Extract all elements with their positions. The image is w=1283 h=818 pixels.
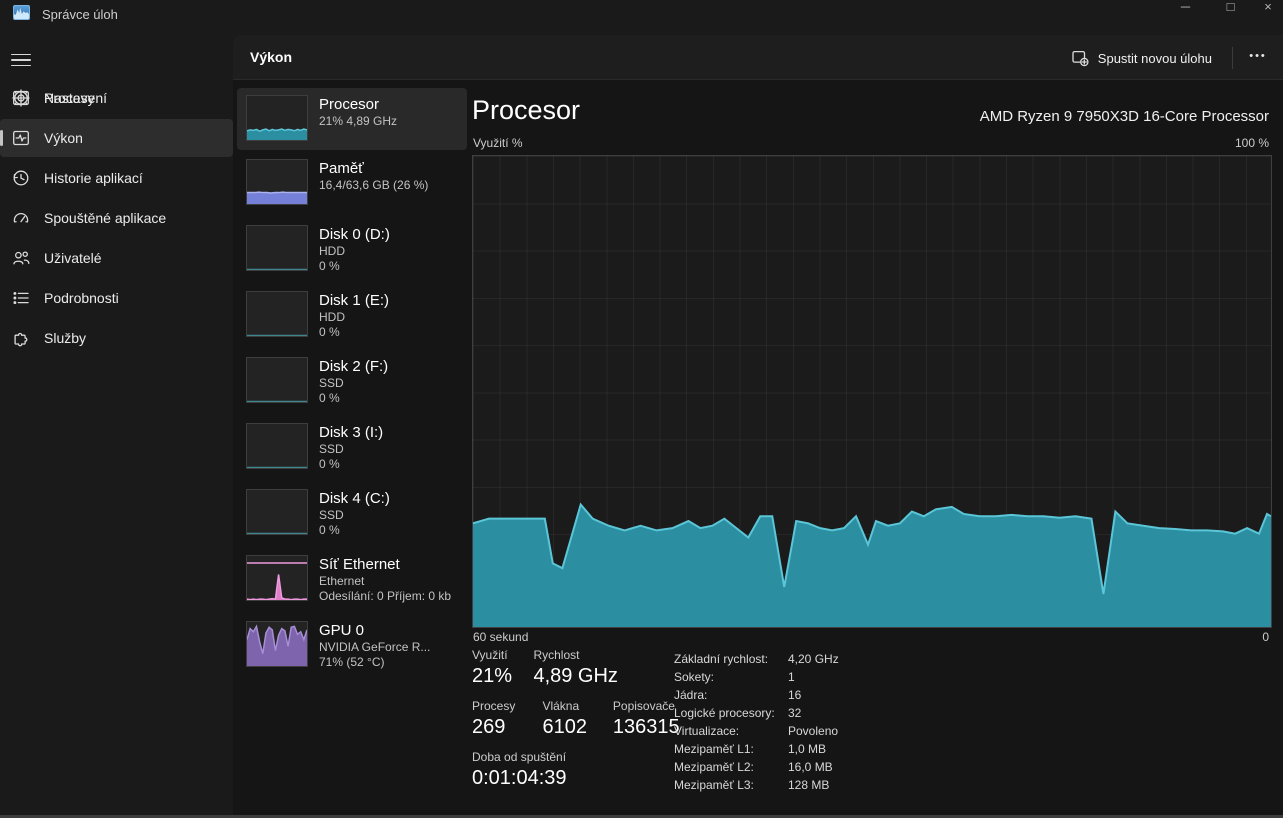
card-disk0[interactable]: Disk 0 (D:) HDD 0 % [237, 218, 467, 282]
chart-y-axis-label: Využití % [473, 136, 523, 150]
stat-usage: Využití 21% [472, 648, 519, 690]
chart-y-max-label: 100 % [1235, 136, 1269, 150]
spec-row: Mezipaměť L2:16,0 MB [674, 758, 839, 776]
card-subtitle: HDD [319, 244, 390, 259]
performance-page: Procesor 21% 4,89 GHz Paměť 16,4/63,6 GB… [233, 80, 1283, 817]
gear-icon [11, 88, 31, 108]
card-subtitle: 0 % [319, 391, 388, 406]
card-title: Síť Ethernet [319, 555, 451, 574]
card-disk2[interactable]: Disk 2 (F:) SSD 0 % [237, 350, 467, 414]
card-title: GPU 0 [319, 621, 430, 640]
window-title: Správce úloh [42, 7, 118, 22]
header-divider [1232, 47, 1233, 69]
run-new-task-button[interactable]: Spustit novou úlohu [1059, 43, 1224, 73]
card-subtitle: 21% 4,89 GHz [319, 114, 397, 129]
card-subtitle: 0 % [319, 457, 383, 472]
spec-row: Mezipaměť L1:1,0 MB [674, 740, 839, 758]
cpu-sparkline [246, 95, 308, 141]
card-title: Paměť [319, 159, 428, 178]
card-subtitle: SSD [319, 508, 390, 523]
card-memory[interactable]: Paměť 16,4/63,6 GB (26 %) [237, 152, 467, 214]
card-subtitle: 0 % [319, 523, 390, 538]
maximize-button[interactable]: □ [1208, 0, 1253, 22]
sidebar-item-label: Nastavení [44, 90, 107, 106]
disk2-sparkline [246, 357, 308, 403]
card-gpu[interactable]: GPU 0 NVIDIA GeForce R... 71% (52 °C) [237, 614, 467, 678]
detail-title: Procesor [472, 95, 580, 126]
card-title: Disk 3 (I:) [319, 423, 383, 442]
spec-row: Virtualizace:Povoleno [674, 722, 839, 740]
chart-x-min-label: 0 [1262, 630, 1269, 644]
network-sparkline [246, 555, 308, 601]
task-manager-app-icon [13, 5, 30, 20]
card-subtitle: 0 % [319, 259, 390, 274]
cpu-model-name: AMD Ryzen 9 7950X3D 16-Core Processor [980, 108, 1269, 125]
more-options-button[interactable]: ••• [1241, 50, 1275, 66]
card-network[interactable]: Síť Ethernet Ethernet Odesílání: 0 Příje… [237, 548, 467, 612]
cpu-stats: Využití 21% Rychlost 4,89 GHz Procesy 26… [472, 648, 690, 801]
new-task-icon [1071, 49, 1089, 67]
title-bar: Správce úloh ─ □ × [0, 0, 1283, 35]
stat-handles: Popisovače 136315 [613, 699, 680, 741]
spec-row: Sokety:1 [674, 668, 839, 686]
disk3-sparkline [246, 423, 308, 469]
card-disk4[interactable]: Disk 4 (C:) SSD 0 % [237, 482, 467, 546]
card-cpu[interactable]: Procesor 21% 4,89 GHz [237, 88, 467, 150]
sidebar: Procesy Výkon Historie aplikací Spouštěn… [0, 35, 233, 815]
card-title: Disk 0 (D:) [319, 225, 390, 244]
stat-processes: Procesy 269 [472, 699, 528, 741]
spec-row: Jádra:16 [674, 686, 839, 704]
card-subtitle: 71% (52 °C) [319, 655, 430, 670]
close-button[interactable]: × [1253, 0, 1283, 22]
spec-row: Mezipaměť L3:128 MB [674, 776, 839, 794]
menu-icon[interactable] [6, 45, 36, 75]
card-subtitle: 16,4/63,6 GB (26 %) [319, 178, 428, 193]
gpu-sparkline [246, 621, 308, 667]
card-subtitle: SSD [319, 442, 383, 457]
sidebar-item-nastaveni[interactable]: Nastavení [0, 79, 233, 117]
run-new-task-label: Spustit novou úlohu [1098, 51, 1212, 66]
page-title: Výkon [250, 49, 292, 65]
cpu-specs: Základní rychlost:4,20 GHz Sokety:1 Jádr… [674, 650, 839, 794]
card-disk1[interactable]: Disk 1 (E:) HDD 0 % [237, 284, 467, 348]
minimize-button[interactable]: ─ [1163, 0, 1208, 22]
memory-sparkline [246, 159, 308, 205]
card-subtitle: 0 % [319, 325, 389, 340]
spec-row: Logické procesory:32 [674, 704, 839, 722]
panel-header: Výkon Spustit novou úlohu ••• [233, 35, 1283, 80]
card-subtitle: SSD [319, 376, 388, 391]
stat-uptime: Doba od spuštění 0:01:04:39 [472, 750, 567, 792]
cpu-usage-chart [472, 155, 1272, 628]
card-subtitle: NVIDIA GeForce R... [319, 640, 430, 655]
card-title: Disk 1 (E:) [319, 291, 389, 310]
disk4-sparkline [246, 489, 308, 535]
disk1-sparkline [246, 291, 308, 337]
card-subtitle: Odesílání: 0 Příjem: 0 kb [319, 589, 451, 604]
card-title: Disk 2 (F:) [319, 357, 388, 376]
disk0-sparkline [246, 225, 308, 271]
card-disk3[interactable]: Disk 3 (I:) SSD 0 % [237, 416, 467, 480]
card-title: Disk 4 (C:) [319, 489, 390, 508]
chart-x-axis-label: 60 sekund [473, 630, 528, 644]
stat-threads: Vlákna 6102 [542, 699, 598, 741]
card-subtitle: Ethernet [319, 574, 451, 589]
stat-speed: Rychlost 4,89 GHz [533, 648, 617, 690]
card-title: Procesor [319, 95, 397, 114]
spec-row: Základní rychlost:4,20 GHz [674, 650, 839, 668]
card-subtitle: HDD [319, 310, 389, 325]
content-panel: Výkon Spustit novou úlohu ••• Procesor 2… [233, 35, 1283, 818]
